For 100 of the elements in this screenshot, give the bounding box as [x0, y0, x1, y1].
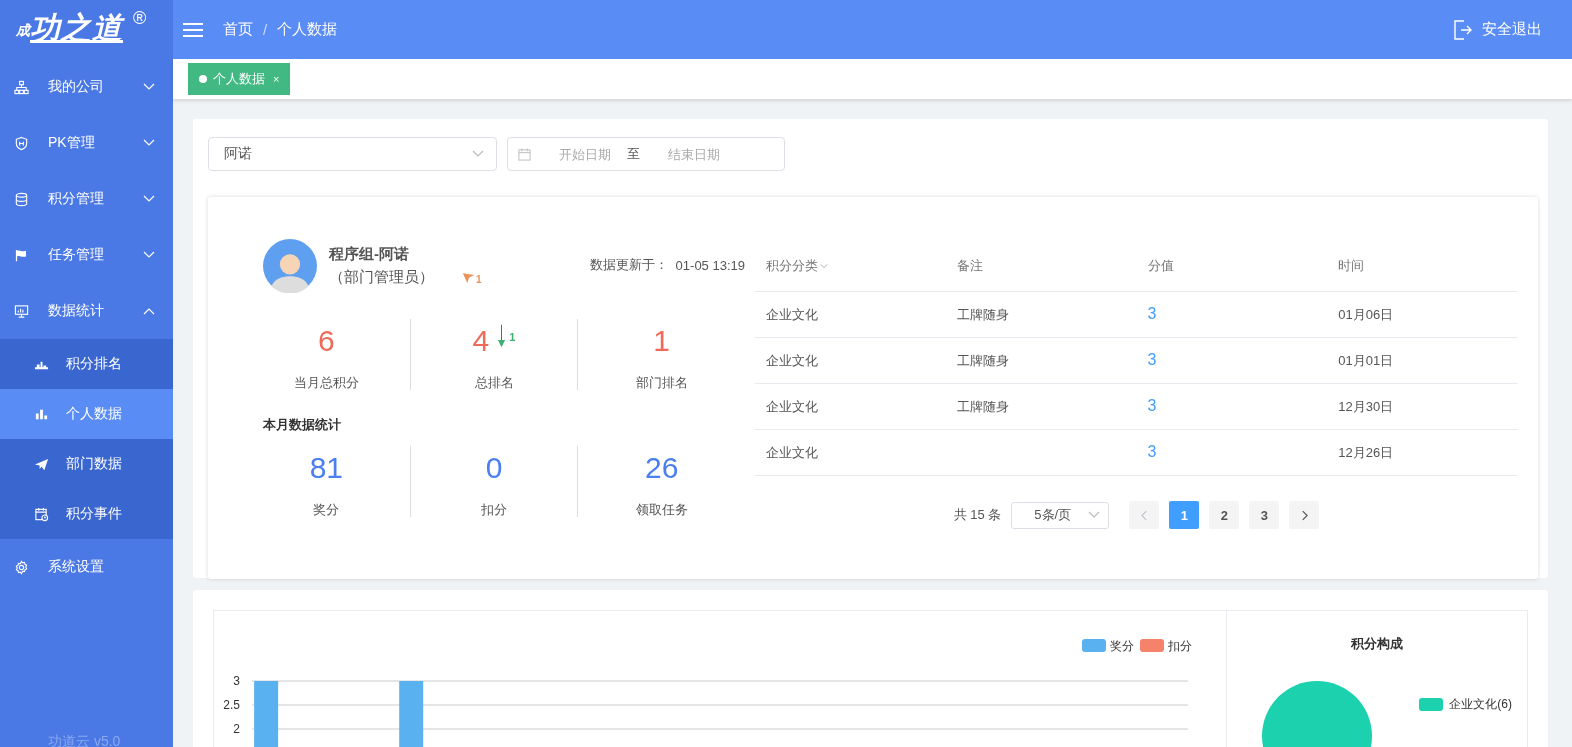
table-cell: 企业文化 — [766, 306, 818, 322]
stat-value: 0 — [485, 451, 503, 485]
menu-item[interactable]: PK管理 — [0, 115, 173, 171]
table-cell: 12月30日 — [1338, 398, 1394, 414]
bar — [254, 681, 279, 747]
stat-value: 26 — [645, 451, 679, 485]
stat-label: 总排名 — [473, 374, 515, 392]
table-cell: 企业文化 — [766, 352, 818, 368]
caret-icon — [820, 262, 828, 269]
monitor-icon — [14, 303, 29, 319]
stat-value: 6 — [318, 324, 335, 358]
date-range-field[interactable]: 开始日期 至 结束日期 — [507, 137, 785, 171]
level-number: 1 — [476, 273, 482, 285]
legend-item[interactable]: 扣分 — [1140, 639, 1192, 653]
table-cell: 工牌随身 — [956, 398, 1009, 414]
legend-label: 奖分 — [1110, 639, 1134, 653]
version-label: 功道云 v5.0 — [48, 733, 121, 747]
stat-value: 81 — [309, 451, 343, 485]
table-cell: 工牌随身 — [956, 306, 1009, 322]
stat-label: 当月总积分 — [292, 374, 360, 392]
logo: 成功之道 ® — [15, 7, 148, 46]
chevron-icon — [143, 83, 155, 91]
submenu-item[interactable]: 积分排名 — [0, 339, 173, 389]
chevron-icon — [1088, 511, 1101, 519]
menu-icon[interactable] — [183, 21, 203, 38]
logout-icon — [1454, 19, 1472, 40]
down-arrow-icon — [497, 324, 507, 349]
table-cell: 3 — [1147, 397, 1157, 414]
v-icon — [462, 271, 476, 285]
legend-item[interactable]: 企业文化(6) — [1419, 696, 1512, 713]
update-label: 数据更新于： — [589, 256, 668, 274]
page-button[interactable]: 3 — [1249, 501, 1280, 529]
chevron-icon — [472, 150, 484, 158]
column-header: 分值 — [1147, 256, 1174, 275]
page-button[interactable]: 1 — [1169, 501, 1200, 529]
table-cell: 3 — [1147, 351, 1157, 368]
chevron-icon — [143, 139, 155, 147]
user-role: （部门管理员） — [329, 268, 434, 287]
paper-plane-icon — [34, 456, 49, 472]
chevron-icon — [143, 251, 155, 259]
stat-value: 4 — [472, 324, 490, 358]
column-header: 备注 — [956, 256, 983, 275]
chevron-icon — [143, 307, 155, 315]
next-page-button[interactable] — [1289, 501, 1320, 529]
logout-button[interactable]: 安全退出 — [1454, 19, 1542, 40]
table-cell: 01月06日 — [1338, 306, 1394, 322]
breadcrumb-item[interactable]: 个人数据 — [277, 20, 338, 39]
org-chart-icon — [14, 79, 29, 95]
submenu-item[interactable]: 个人数据 — [0, 389, 173, 439]
database-icon — [14, 191, 29, 207]
breadcrumb-separator: / — [263, 21, 268, 38]
column-header: 积分分类 — [766, 256, 828, 275]
rank-change: 1 — [497, 324, 516, 349]
table-cell: 企业文化 — [766, 398, 818, 414]
avatar-icon — [263, 239, 317, 293]
section-title: 本月数据统计 — [263, 416, 342, 434]
bar — [399, 681, 424, 747]
flag-icon — [14, 247, 29, 263]
legend-label: 扣分 — [1167, 639, 1192, 653]
total-count: 共 15 条 — [953, 506, 1002, 524]
person-select[interactable]: 阿诺 — [208, 137, 497, 171]
stat-label: 奖分 — [312, 501, 341, 519]
user-name: 程序组-阿诺 — [329, 245, 410, 264]
shield-icon — [14, 135, 29, 151]
menu-item[interactable]: 我的公司 — [0, 59, 173, 115]
calendar-clock-icon — [34, 506, 49, 522]
menu-item[interactable]: 系统设置 — [0, 539, 173, 595]
calendar-icon — [518, 147, 531, 161]
range-separator: 至 — [627, 145, 640, 163]
menu-item[interactable]: 积分管理 — [0, 171, 173, 227]
menu-item[interactable]: 任务管理 — [0, 227, 173, 283]
column-header: 时间 — [1338, 256, 1365, 275]
page-button[interactable]: 2 — [1209, 501, 1240, 529]
menu-item[interactable]: 数据统计 — [0, 283, 173, 339]
chevron-right-icon — [1300, 509, 1308, 521]
chevron-icon — [143, 195, 155, 203]
update-time: 01-05 13:19 — [675, 257, 745, 273]
table-cell: 企业文化 — [766, 444, 818, 460]
y-tick-label: 2.5 — [223, 698, 240, 712]
gear-icon — [14, 559, 29, 575]
stat-label: 扣分 — [480, 501, 508, 519]
submenu-item[interactable]: 积分事件 — [0, 489, 173, 539]
chart-title: 积分构成 — [1350, 635, 1404, 653]
stat-label: 部门排名 — [634, 374, 689, 392]
stat-label: 领取任务 — [634, 501, 689, 519]
breadcrumb-item[interactable]: 首页 — [223, 20, 253, 39]
submenu-item[interactable]: 部门数据 — [0, 439, 173, 489]
legend-label: 企业文化(6) — [1449, 696, 1512, 713]
table-cell: 12月26日 — [1338, 444, 1394, 460]
table-cell: 01月01日 — [1338, 352, 1394, 368]
chevron-left-icon — [1140, 509, 1148, 521]
table-cell: 3 — [1147, 443, 1157, 460]
page-tab[interactable]: 个人数据 × — [188, 63, 291, 95]
table-cell: 工牌随身 — [956, 352, 1009, 368]
y-tick-label: 3 — [233, 674, 240, 688]
y-tick-label: 2 — [233, 722, 240, 736]
table-cell: 3 — [1147, 305, 1157, 322]
stat-value: 1 — [653, 324, 670, 358]
legend-item[interactable]: 奖分 — [1082, 639, 1134, 653]
page-size-select[interactable]: 5条/页 — [1011, 501, 1110, 529]
